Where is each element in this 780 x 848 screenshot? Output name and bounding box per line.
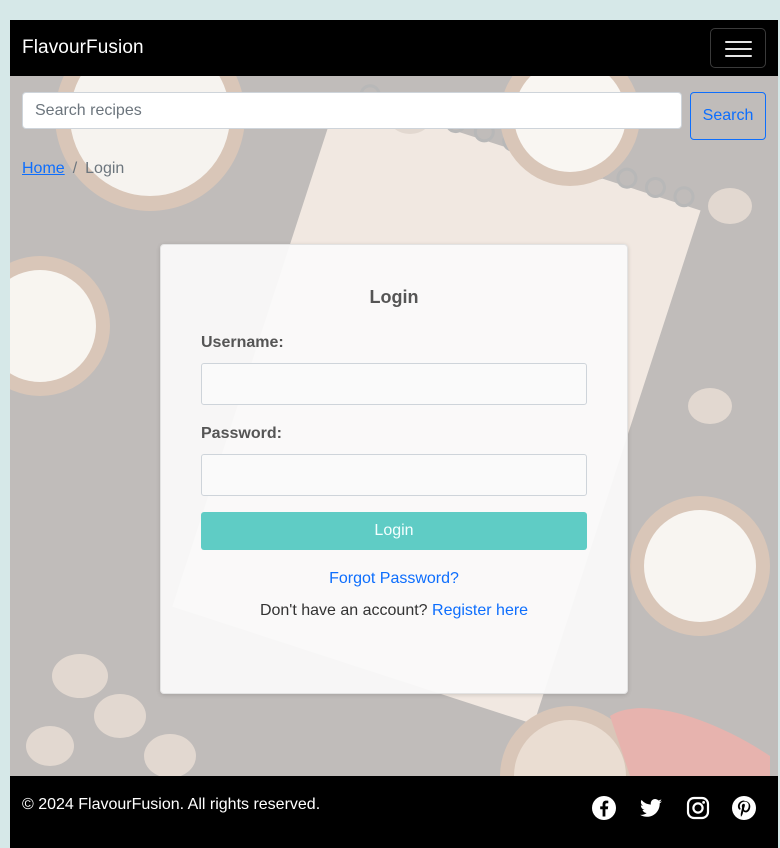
copyright-text: © 2024 FlavourFusion. All rights reserve… [22,796,321,813]
main-content: Search Home / Login Login Username: Pass… [10,76,778,776]
register-link[interactable]: Register here [432,602,528,619]
register-prompt-text: Don't have an account? [259,602,428,619]
breadcrumb: Home / Login [22,160,124,178]
login-button[interactable]: Login [201,512,587,550]
instagram-icon[interactable] [685,795,711,821]
breadcrumb-separator: / [72,160,78,177]
footer: © 2024 FlavourFusion. All rights reserve… [10,776,778,848]
forgot-password-link[interactable]: Forgot Password? [161,570,627,588]
page-frame: FlavourFusion Search recipes Search Home… [10,20,778,848]
password-label: Password: [201,425,282,442]
pinterest-icon[interactable] [731,795,757,821]
breadcrumb-current: Login [85,160,125,177]
twitter-icon[interactable] [638,795,664,821]
search-button[interactable]: Search [690,92,766,140]
login-card: Login Username: Password: Login Forgot P… [160,244,628,694]
username-field[interactable] [201,363,587,405]
register-prompt: Don't have an account? Register here [161,602,627,620]
username-label: Username: [201,334,284,351]
breadcrumb-home-link[interactable]: Home [22,160,65,178]
navbar-toggler-button[interactable] [710,28,766,68]
facebook-icon[interactable] [591,795,617,821]
search-input[interactable] [22,92,682,129]
password-field[interactable] [201,454,587,496]
navbar: FlavourFusion [10,20,778,76]
login-title: Login [369,287,419,307]
brand-logo[interactable]: FlavourFusion [22,37,144,59]
